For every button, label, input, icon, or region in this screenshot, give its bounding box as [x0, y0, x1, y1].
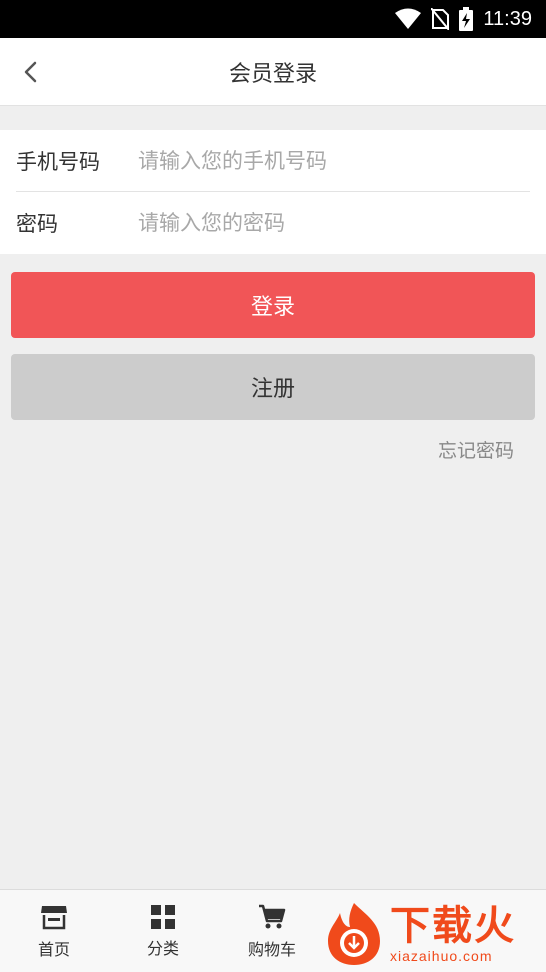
watermark-logo: 下载火 xiazaihuo.com: [322, 898, 544, 970]
flame-logo-icon: [328, 903, 380, 965]
watermark-text-cn: 下载火: [390, 903, 516, 949]
no-sim-icon: [431, 8, 450, 30]
login-form: 手机号码 密码: [0, 130, 546, 254]
phone-label: 手机号码: [16, 149, 100, 174]
cart-icon: [259, 904, 286, 928]
wifi-icon: [395, 8, 422, 29]
tab-category-label: 分类: [146, 938, 179, 958]
tab-category[interactable]: 分类: [109, 890, 217, 972]
phone-row: 手机号码: [16, 130, 530, 192]
login-button[interactable]: 登录: [11, 272, 535, 338]
chevron-left-icon: [24, 61, 37, 83]
page-title: 会员登录: [228, 61, 317, 87]
tab-home[interactable]: 首页: [0, 890, 108, 972]
register-button[interactable]: 注册: [11, 354, 535, 420]
tab-cart-label: 购物车: [247, 939, 296, 959]
storefront-icon: [41, 905, 67, 929]
watermark-text-en: xiazaihuo.com: [390, 948, 493, 964]
forgot-password-link[interactable]: 忘记密码: [438, 436, 514, 463]
password-row: 密码: [16, 192, 530, 254]
tab-home-label: 首页: [37, 939, 70, 959]
status-time: 11:39: [483, 7, 532, 30]
password-input[interactable]: [138, 211, 518, 235]
grid-icon: [151, 904, 175, 929]
battery-charging-icon: [459, 7, 474, 31]
header-bar: 会员登录: [0, 38, 546, 106]
tab-cart[interactable]: 购物车: [218, 890, 326, 972]
back-button[interactable]: [14, 56, 46, 88]
status-bar: 11:39: [0, 0, 546, 38]
password-label: 密码: [16, 212, 58, 236]
phone-input[interactable]: [138, 148, 518, 173]
